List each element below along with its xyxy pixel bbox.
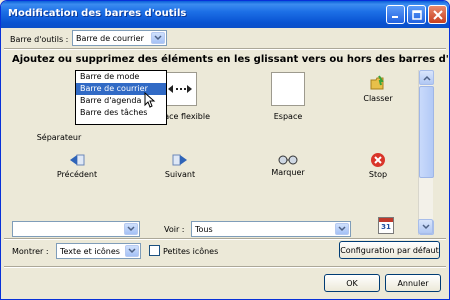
minimize-icon [392, 16, 398, 18]
maximize-icon [411, 9, 422, 20]
palette-item-label: Espace [273, 112, 303, 121]
show-select-value: Texte et icônes [60, 246, 120, 256]
toolbar-customize-dialog: Modification des barres d'outils Barre d… [0, 0, 450, 300]
dropdown-option-mode[interactable]: Barre de mode [76, 71, 166, 83]
voir-label: Voir : [164, 225, 185, 234]
chevron-down-icon[interactable] [125, 245, 139, 257]
palette-item-label: Précédent [56, 170, 98, 179]
palette-item-space[interactable]: Espace [243, 72, 333, 121]
palette-scrollbar[interactable] [418, 70, 434, 235]
mark-glasses-icon [278, 155, 298, 165]
palette-item-classer[interactable]: Classer [333, 74, 423, 103]
divider [4, 48, 446, 50]
chevron-down-icon[interactable] [124, 223, 138, 235]
close-button[interactable] [428, 5, 447, 24]
chevron-up-icon [422, 75, 431, 81]
chevron-down-icon [421, 223, 430, 229]
calendar-day: 31 [381, 223, 391, 231]
scroll-thumb[interactable] [419, 86, 434, 178]
next-icon [172, 154, 187, 166]
preview-combo[interactable] [12, 221, 140, 237]
palette-item-label: Séparateur [36, 133, 82, 142]
chevron-down-icon[interactable] [335, 223, 349, 235]
palette-item-next[interactable]: Suivant [135, 152, 225, 179]
dialog-content: Barre d'outils : Barre de courrier Ajout… [4, 28, 449, 298]
space-icon [271, 72, 305, 106]
previous-icon [70, 154, 85, 166]
mouse-cursor-icon [144, 92, 156, 108]
small-icons-label: Petites icônes [163, 247, 219, 256]
scroll-up-button[interactable] [419, 70, 434, 85]
divider [4, 238, 446, 240]
toolbar-select[interactable]: Barre de courrier [72, 30, 167, 46]
dropdown-option-taches[interactable]: Barre des tâches [76, 107, 166, 119]
maximize-button[interactable] [407, 5, 426, 24]
flexible-space-icon [163, 72, 197, 106]
palette-item-label: Stop [368, 170, 388, 179]
voir-combo-value: Tous [195, 224, 213, 234]
divider [4, 266, 446, 268]
window-title: Modification des barres d'outils [8, 8, 187, 19]
palette-item-previous[interactable]: Précédent [32, 152, 122, 179]
toolbar-select-label: Barre d'outils : [10, 35, 69, 44]
instruction-text: Ajoutez ou supprimez des éléments en les… [12, 54, 450, 65]
small-icons-checkbox[interactable] [149, 245, 160, 256]
chevron-down-icon[interactable] [151, 32, 165, 44]
close-icon [432, 9, 443, 20]
show-select[interactable]: Texte et icônes [56, 243, 141, 259]
toolbar-select-value: Barre de courrier [76, 33, 144, 43]
stop-icon [371, 153, 385, 167]
default-config-button[interactable]: Configuration par défaut [339, 241, 440, 259]
palette-item-label: Marquer [271, 168, 305, 177]
calendar-icon[interactable]: 31 [378, 217, 394, 234]
palette-item-label: Classer [363, 94, 393, 103]
preview-scroll-down-button[interactable] [418, 219, 433, 234]
show-label: Montrer : [12, 247, 49, 256]
title-bar[interactable]: Modification des barres d'outils [1, 1, 449, 28]
file-folder-icon [370, 75, 384, 90]
voir-combo[interactable]: Tous [191, 221, 351, 237]
minimize-button[interactable] [386, 5, 405, 24]
cancel-button[interactable]: Annuler [385, 274, 441, 292]
palette-item-label: Suivant [164, 170, 196, 179]
palette-item-mark[interactable]: Marquer [243, 152, 333, 177]
ok-button[interactable]: OK [324, 274, 380, 292]
palette-item-stop[interactable]: Stop [333, 152, 423, 179]
